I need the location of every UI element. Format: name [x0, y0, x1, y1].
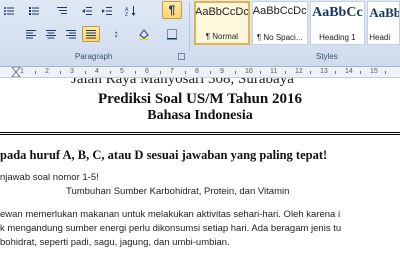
ruler-number: 4: [95, 68, 99, 75]
ruler-number: 3: [70, 68, 74, 75]
style-name: Heading 1: [319, 33, 356, 42]
style-name: Headi: [369, 33, 391, 42]
style-sample: AaBbCc: [312, 5, 363, 20]
numbering-icon: [29, 7, 39, 15]
ruler-tick: [384, 71, 386, 74]
ruler-tick: [184, 71, 186, 74]
style-heading-1[interactable]: AaBbCc Heading 1: [309, 1, 366, 45]
justify-button[interactable]: [82, 26, 100, 42]
style-sample: AaBbCcDc: [252, 5, 307, 17]
bullets-button[interactable]: [0, 3, 18, 19]
borders-icon: [167, 29, 177, 40]
header-rule-bottom: [0, 134, 400, 135]
ruler-tick: [109, 71, 111, 74]
style-normal[interactable]: AaBbCcDc ¶ Normal: [194, 1, 250, 45]
ruler-number: 6: [145, 68, 149, 75]
word-window: AZ ¶ ↕ Paragraph AaBbCcDc ¶ Normal AaBbC…: [0, 0, 400, 266]
ruler-number: 1: [20, 68, 24, 75]
shading-button[interactable]: [132, 26, 156, 42]
ruler-number: 9: [220, 68, 224, 75]
passage-line: k mengandung sumber energi perlu dikonsu…: [0, 223, 342, 234]
shading-icon: [139, 29, 149, 40]
increase-indent-icon: [102, 7, 112, 15]
svg-text:Z: Z: [125, 12, 128, 17]
pilcrow-icon: ¶: [168, 3, 176, 17]
style-heading-2[interactable]: AaBbCc Headi: [367, 1, 400, 45]
ruler-tick: [84, 71, 86, 74]
header-rule-top: [0, 132, 400, 133]
multilevel-list-button[interactable]: [50, 3, 74, 19]
ruler-tick: [34, 71, 36, 74]
decrease-indent-icon: [82, 7, 92, 15]
ruler-tick: [259, 71, 261, 74]
ruler-number: 14: [345, 68, 353, 75]
align-left-icon: [26, 30, 36, 39]
justify-icon: [86, 30, 96, 39]
ruler-tick: [159, 71, 161, 74]
ruler-tick: [359, 71, 361, 74]
style-no-spacing[interactable]: AaBbCcDc ¶ No Spaci...: [251, 1, 308, 45]
style-sample: AaBbCcDc: [195, 6, 249, 18]
horizontal-ruler[interactable]: 1 2 3 4 5 6 7 8 9 10 11 12 13 14 15: [0, 67, 400, 78]
ruler-tick: [209, 71, 211, 74]
align-right-button[interactable]: [62, 26, 80, 42]
sort-button[interactable]: AZ: [122, 3, 140, 19]
styles-gallery: AaBbCcDc ¶ Normal AaBbCcDc ¶ No Spaci...…: [194, 1, 400, 46]
passage-title: Tumbuhan Sumber Karbohidrat, Protein, da…: [66, 186, 290, 197]
ruler-number: 7: [170, 68, 174, 75]
style-name: ¶ No Spaci...: [256, 33, 303, 42]
styles-group-label: Styles: [316, 52, 338, 61]
style-name: ¶ Normal: [205, 32, 239, 41]
question-intro: njawab soal nomor 1-5!: [0, 172, 99, 183]
ruler-tick: [234, 71, 236, 74]
line-spacing-icon: ↕: [113, 28, 119, 40]
paragraph-group-label: Paragraph: [75, 52, 113, 61]
style-sample: AaBbCc: [369, 5, 399, 20]
line-spacing-button[interactable]: ↕: [104, 26, 128, 42]
ruler-number: 12: [295, 68, 303, 75]
ruler-tick: [134, 71, 136, 74]
borders-button[interactable]: [160, 26, 184, 42]
show-hide-button[interactable]: ¶: [162, 1, 182, 19]
instruction-text: pada huruf A, B, C, atau D sesuai jawaba…: [0, 148, 328, 162]
document-page[interactable]: Jalan Raya Manyosari 308, Surabaya Predi…: [0, 78, 400, 266]
ruler-number: 15: [370, 68, 378, 75]
group-separator: [189, 2, 190, 52]
align-left-button[interactable]: [22, 26, 40, 42]
ruler-tick: [309, 71, 311, 74]
ruler-number: 8: [195, 68, 199, 75]
ruler-number: 11: [270, 68, 278, 75]
align-center-button[interactable]: [42, 26, 60, 42]
document-subtitle: Bahasa Indonesia: [147, 108, 253, 123]
ruler-number: 2: [45, 68, 49, 75]
bullets-icon: [4, 7, 14, 15]
multilevel-list-icon: [57, 7, 67, 14]
ruler-number: 10: [245, 68, 253, 75]
sort-icon: AZ: [125, 6, 136, 17]
passage-line: bohidrat, seperti padi, sagu, jagung, da…: [0, 237, 230, 248]
increase-indent-button[interactable]: [98, 3, 116, 19]
document-title: Prediksi Soal US/M Tahun 2016: [98, 91, 302, 107]
decrease-indent-button[interactable]: [78, 3, 96, 19]
ruler-tick: [284, 71, 286, 74]
align-center-icon: [46, 30, 56, 39]
ruler-tick: [59, 71, 61, 74]
numbering-button[interactable]: [22, 3, 46, 19]
paragraph-dialog-launcher[interactable]: [178, 53, 185, 60]
ribbon: AZ ¶ ↕ Paragraph AaBbCcDc ¶ Normal AaBbC…: [0, 0, 400, 67]
ruler-number: 13: [320, 68, 328, 75]
header-address: Jalan Raya Manyosari 308, Surabaya: [71, 78, 294, 87]
passage-line: ewan memerlukan makanan untuk melakukan …: [0, 209, 341, 220]
ruler-tick: [334, 71, 336, 74]
ruler-number: 5: [120, 68, 124, 75]
align-right-icon: [66, 30, 76, 39]
